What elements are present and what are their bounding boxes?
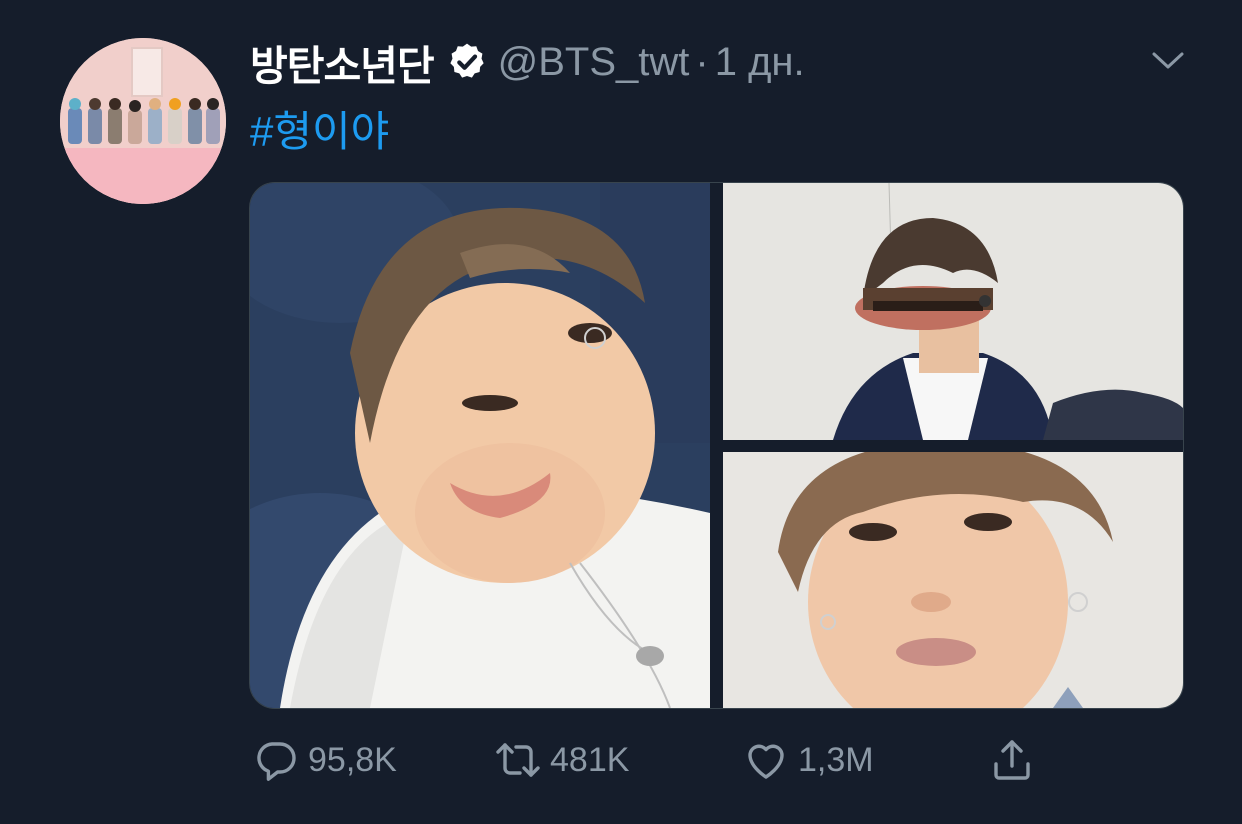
author-handle[interactable]: @BTS_twt: [498, 40, 690, 85]
like-button[interactable]: 1,3M: [742, 730, 874, 790]
photo-3[interactable]: [723, 452, 1183, 708]
avatar-image: [60, 38, 226, 204]
photo-3-image: [723, 452, 1183, 708]
retweet-icon: [496, 743, 540, 777]
heart-icon: [748, 744, 784, 779]
author-name[interactable]: 방탄소년단: [250, 32, 435, 92]
reply-icon: [257, 742, 296, 781]
tweet-text-hashtag[interactable]: #형이야: [250, 98, 389, 159]
like-count: 1,3M: [798, 740, 874, 779]
retweet-count: 481K: [550, 740, 630, 779]
verified-badge-icon: [449, 43, 484, 78]
tweet[interactable]: 방탄소년단 @BTS_twt · 1 дн. #형이야 95,8K 481K 1…: [0, 0, 1242, 824]
media-grid: [249, 182, 1184, 709]
avatar[interactable]: [60, 38, 226, 204]
photo-2[interactable]: [723, 183, 1183, 440]
reply-count: 95,8K: [308, 740, 397, 779]
tweet-header: 방탄소년단 @BTS_twt · 1 дн.: [250, 32, 805, 92]
share-icon: [994, 740, 1030, 780]
chevron-down-icon[interactable]: [1150, 44, 1186, 74]
photo-1-image: [250, 183, 710, 708]
share-button[interactable]: [988, 730, 1036, 790]
photo-2-image: [723, 183, 1183, 440]
separator-dot: ·: [695, 39, 709, 84]
retweet-button[interactable]: 481K: [494, 730, 629, 790]
photo-1[interactable]: [250, 183, 710, 708]
tweet-actions: 95,8K 481K 1,3M: [250, 730, 1050, 790]
reply-button[interactable]: 95,8K: [252, 730, 397, 790]
tweet-timestamp[interactable]: 1 дн.: [715, 40, 805, 85]
